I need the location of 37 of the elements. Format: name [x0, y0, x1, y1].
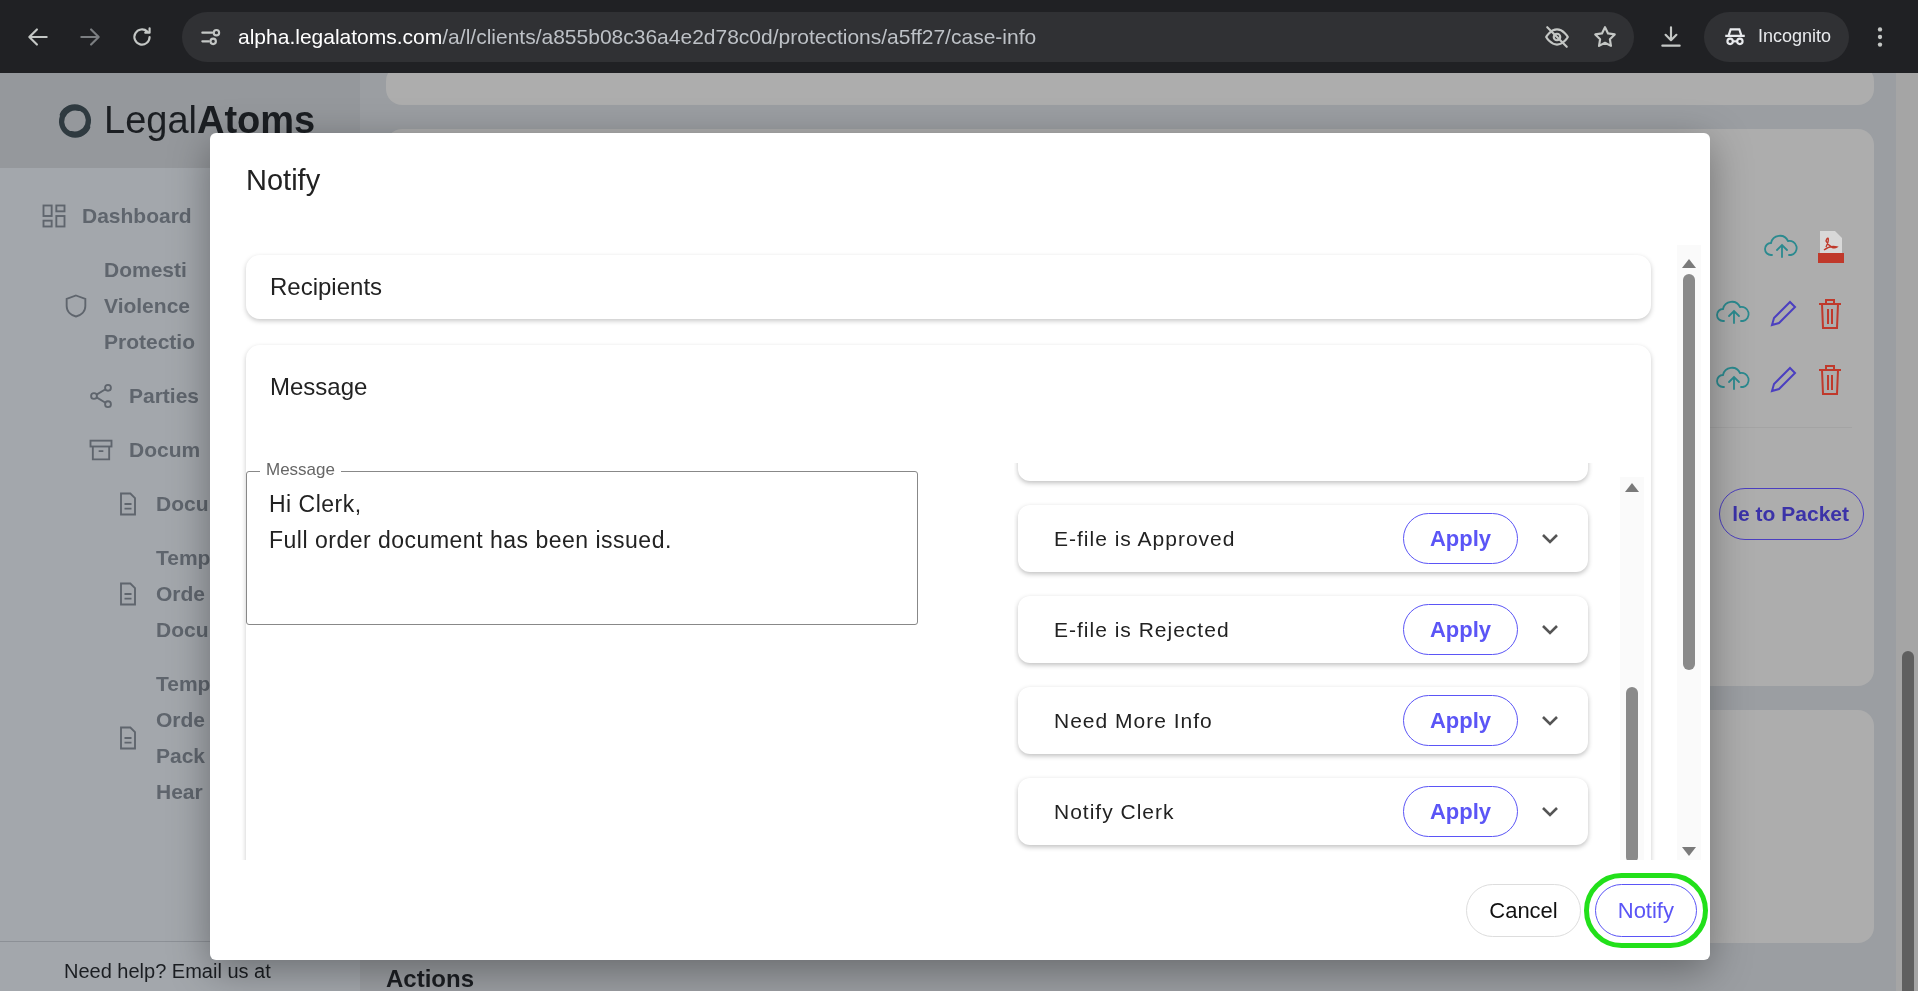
cancel-button[interactable]: Cancel: [1466, 883, 1581, 937]
apply-button[interactable]: Apply: [1402, 695, 1518, 746]
chevron-down-icon[interactable]: [1540, 622, 1560, 637]
dialog-title: Notify: [245, 163, 322, 198]
section-heading: Actions: [386, 967, 475, 991]
apply-button[interactable]: Apply: [1402, 604, 1518, 655]
dashboard-icon[interactable]: [40, 202, 68, 230]
template-name: Need More Info: [1054, 707, 1214, 734]
download-icon[interactable]: [1658, 23, 1684, 50]
template-name: Notify Clerk: [1054, 798, 1176, 825]
scroll-up-icon[interactable]: [1625, 483, 1639, 492]
chevron-down-icon[interactable]: [1540, 804, 1560, 819]
chevron-down-icon[interactable]: [1540, 713, 1560, 728]
template-card[interactable]: Need More Info Apply: [1018, 687, 1588, 754]
star-icon[interactable]: [1592, 23, 1618, 50]
recipients-panel[interactable]: Recipients: [246, 255, 1651, 319]
panel-title: Message: [269, 372, 369, 402]
scroll-thumb[interactable]: [1683, 274, 1695, 670]
scroll-thumb[interactable]: [1626, 687, 1638, 860]
eye-slash-icon[interactable]: [1544, 23, 1570, 50]
template-name: E-file is Rejected: [1054, 616, 1231, 643]
dialog-scrollbar[interactable]: [1677, 245, 1701, 860]
template-card[interactable]: E-file is Approved Apply: [1018, 505, 1588, 572]
list-scrollbar[interactable]: [1620, 477, 1644, 860]
logo-text: LegalAtoms: [104, 98, 316, 143]
panel-title: Recipients: [269, 272, 384, 302]
page-scrollbar[interactable]: [1896, 73, 1918, 991]
apply-button[interactable]: Apply: [1402, 786, 1518, 837]
template-card[interactable]: Notify Clerk Apply: [1018, 778, 1588, 845]
template-card[interactable]: E-file is Rejected Apply: [1018, 596, 1588, 663]
chevron-down-icon[interactable]: [1540, 531, 1560, 546]
incognito-button[interactable]: Incognito: [1704, 11, 1850, 62]
share-icon[interactable]: [87, 382, 115, 410]
scroll-down-icon[interactable]: [1682, 847, 1696, 856]
scroll-thumb[interactable]: [1902, 651, 1914, 991]
apply-button[interactable]: Apply: [1402, 513, 1518, 564]
template-name: E-file is Approved: [1054, 525, 1237, 552]
